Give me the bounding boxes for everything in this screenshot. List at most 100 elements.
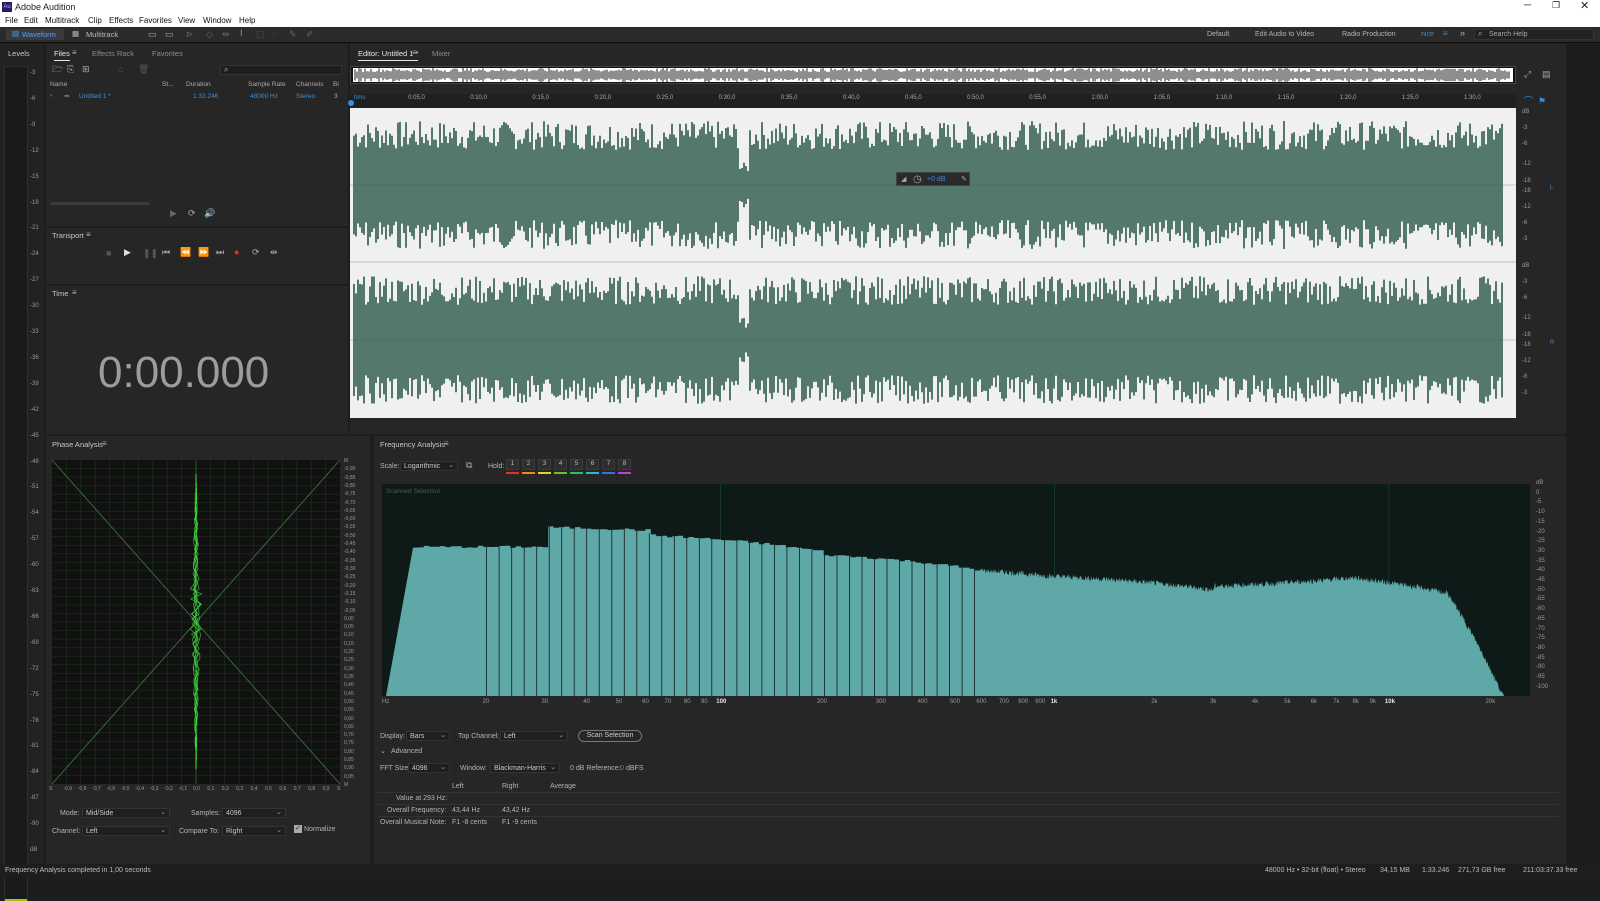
- playhead-marker[interactable]: [348, 100, 354, 106]
- hold-button[interactable]: 3: [538, 459, 551, 470]
- healing-tool-icon[interactable]: ✐: [306, 29, 314, 39]
- tab-files[interactable]: Files: [54, 49, 70, 61]
- display-select[interactable]: Bars: [406, 731, 450, 741]
- insert-multitrack-icon[interactable]: ⌂: [118, 64, 123, 74]
- lasso-tool-icon[interactable]: ◌: [272, 29, 277, 39]
- pause-icon[interactable]: ❚❚: [143, 248, 158, 258]
- column-sample-rate[interactable]: Sample Rate: [248, 81, 286, 88]
- fft-size-select[interactable]: 4096: [408, 763, 450, 773]
- go-to-start-icon[interactable]: ⏮: [162, 247, 170, 257]
- spectral-display-icon[interactable]: ▭: [148, 29, 157, 39]
- skip-selection-icon[interactable]: ⇹: [270, 247, 278, 257]
- marker-icon[interactable]: ⚑: [1538, 96, 1546, 106]
- multitrack-view-button[interactable]: ▦ Multitrack: [70, 29, 128, 40]
- menu-window[interactable]: Window: [203, 16, 231, 25]
- snap-icon[interactable]: ⌒: [1524, 96, 1533, 106]
- workspace-nice[interactable]: nice: [1421, 31, 1434, 38]
- loop-preview-icon[interactable]: ⟳: [188, 208, 196, 218]
- column-duration[interactable]: Duration: [186, 81, 211, 88]
- normalize-checkbox[interactable]: ✓: [294, 825, 302, 833]
- workspace-menu-icon[interactable]: ≡: [1443, 29, 1448, 38]
- zoom-to-selection-icon[interactable]: ⤢: [1524, 69, 1531, 79]
- menu-multitrack[interactable]: Multitrack: [45, 16, 79, 25]
- window-select[interactable]: Blackman-Harris: [490, 763, 560, 773]
- hold-button[interactable]: 1: [506, 459, 519, 470]
- column-status[interactable]: St...: [162, 81, 174, 88]
- open-file-icon[interactable]: 🗁: [52, 64, 63, 74]
- loop-playback-icon[interactable]: ⟳: [252, 247, 260, 257]
- column-channels[interactable]: Channels: [296, 81, 323, 88]
- editor-menu-icon[interactable]: ≡: [412, 48, 417, 57]
- overview-navigator[interactable]: [350, 66, 1516, 84]
- freq-snapshot-icon[interactable]: ⧉: [466, 460, 472, 470]
- minimize-icon[interactable]: ─: [1524, 0, 1531, 11]
- hold-button[interactable]: 5: [570, 459, 583, 470]
- channel-select[interactable]: Left: [82, 826, 170, 836]
- close-icon[interactable]: ✕: [1580, 0, 1589, 12]
- samples-select[interactable]: 4096: [222, 808, 286, 818]
- scan-selection-button[interactable]: Scan Selection: [578, 730, 642, 742]
- marquee-tool-icon[interactable]: ⬚: [256, 29, 265, 39]
- waveform-area[interactable]: ◢ ◷ +0 dB ✎: [350, 108, 1516, 418]
- transport-menu-icon[interactable]: ≡: [86, 230, 91, 239]
- db-reference-value[interactable]: 0: [620, 765, 624, 772]
- advanced-toggle[interactable]: Advanced: [391, 748, 422, 755]
- search-help-input[interactable]: ⌕ Search Help: [1474, 29, 1594, 40]
- hold-button[interactable]: 6: [586, 459, 599, 470]
- hold-button[interactable]: 2: [522, 459, 535, 470]
- workspace-radio-production[interactable]: Radio Production: [1342, 31, 1396, 38]
- slip-tool-icon[interactable]: ⇹: [222, 29, 230, 39]
- record-icon[interactable]: ●: [234, 247, 239, 257]
- tab-favorites[interactable]: Favorites: [152, 49, 183, 58]
- pitch-display-icon[interactable]: ▭: [165, 29, 174, 39]
- import-file-icon[interactable]: ⎘: [67, 64, 74, 74]
- scale-select[interactable]: Logarithmic: [400, 461, 458, 471]
- maximize-icon[interactable]: ❐: [1552, 0, 1560, 11]
- razor-tool-icon[interactable]: ◇: [206, 29, 213, 39]
- gain-knob-icon[interactable]: ◷: [913, 174, 922, 185]
- column-name[interactable]: Name: [50, 81, 67, 88]
- tab-mixer[interactable]: Mixer: [432, 49, 450, 58]
- hold-button[interactable]: 8: [618, 459, 631, 470]
- expand-chevron-icon[interactable]: ›: [50, 92, 52, 99]
- right-channel-label[interactable]: R: [1550, 340, 1554, 346]
- tab-effects-rack[interactable]: Effects Rack: [92, 49, 134, 58]
- rewind-icon[interactable]: ⏪: [180, 247, 191, 257]
- delete-file-icon[interactable]: 🗑: [138, 64, 149, 74]
- go-to-end-icon[interactable]: ⏭: [216, 247, 224, 257]
- files-search-input[interactable]: ⌕: [220, 65, 342, 75]
- hud-gain-value[interactable]: +0 dB: [927, 176, 946, 183]
- new-file-icon[interactable]: ⊞: [82, 64, 90, 74]
- top-channel-select[interactable]: Left: [500, 731, 568, 741]
- timeline-ruler[interactable]: hms 0:05,0 0:10,0 0:15,0 0:20,0 0:25,0 0:30,0 0…: [350, 94, 1516, 108]
- brush-tool-icon[interactable]: ✎: [289, 29, 297, 39]
- hold-button[interactable]: 7: [602, 459, 615, 470]
- column-bits[interactable]: Bi: [333, 81, 339, 88]
- left-channel-label[interactable]: L: [1550, 185, 1553, 191]
- menu-edit[interactable]: Edit: [24, 16, 38, 25]
- waveform-view-button[interactable]: ▤ Waveform: [6, 29, 64, 40]
- play-icon[interactable]: ▶: [124, 247, 131, 257]
- freq-menu-icon[interactable]: ≡: [444, 439, 449, 448]
- more-workspaces-icon[interactable]: »: [1460, 28, 1465, 38]
- hud-pin-icon[interactable]: ✎: [961, 175, 967, 183]
- menu-clip[interactable]: Clip: [88, 16, 102, 25]
- phase-menu-icon[interactable]: ≡: [102, 439, 107, 448]
- table-row[interactable]: › ⇛ Untitled 1 * 1:33.246 48000 Hz Stere…: [48, 92, 344, 102]
- stop-icon[interactable]: ■: [106, 248, 111, 258]
- workspace-edit-audio-to-video[interactable]: Edit Audio to Video: [1255, 31, 1314, 38]
- autoplay-icon[interactable]: 🔊: [204, 208, 215, 218]
- compare-select[interactable]: Right: [222, 826, 286, 836]
- time-menu-icon[interactable]: ≡: [72, 288, 77, 297]
- menu-favorites[interactable]: Favorites: [139, 16, 172, 25]
- workspace-default[interactable]: Default: [1207, 31, 1229, 38]
- menu-view[interactable]: View: [178, 16, 195, 25]
- files-scrollbar[interactable]: [50, 202, 150, 205]
- time-selection-tool-icon[interactable]: I: [240, 28, 243, 38]
- advanced-chevron-icon[interactable]: ⌄: [380, 747, 386, 755]
- mode-select[interactable]: Mid/Side: [82, 808, 170, 818]
- files-panel-menu-icon[interactable]: ≡: [72, 48, 77, 57]
- tab-editor[interactable]: Editor: Untitled 1 *: [358, 49, 419, 61]
- hold-button[interactable]: 4: [554, 459, 567, 470]
- play-preview-icon[interactable]: ▶: [170, 208, 177, 218]
